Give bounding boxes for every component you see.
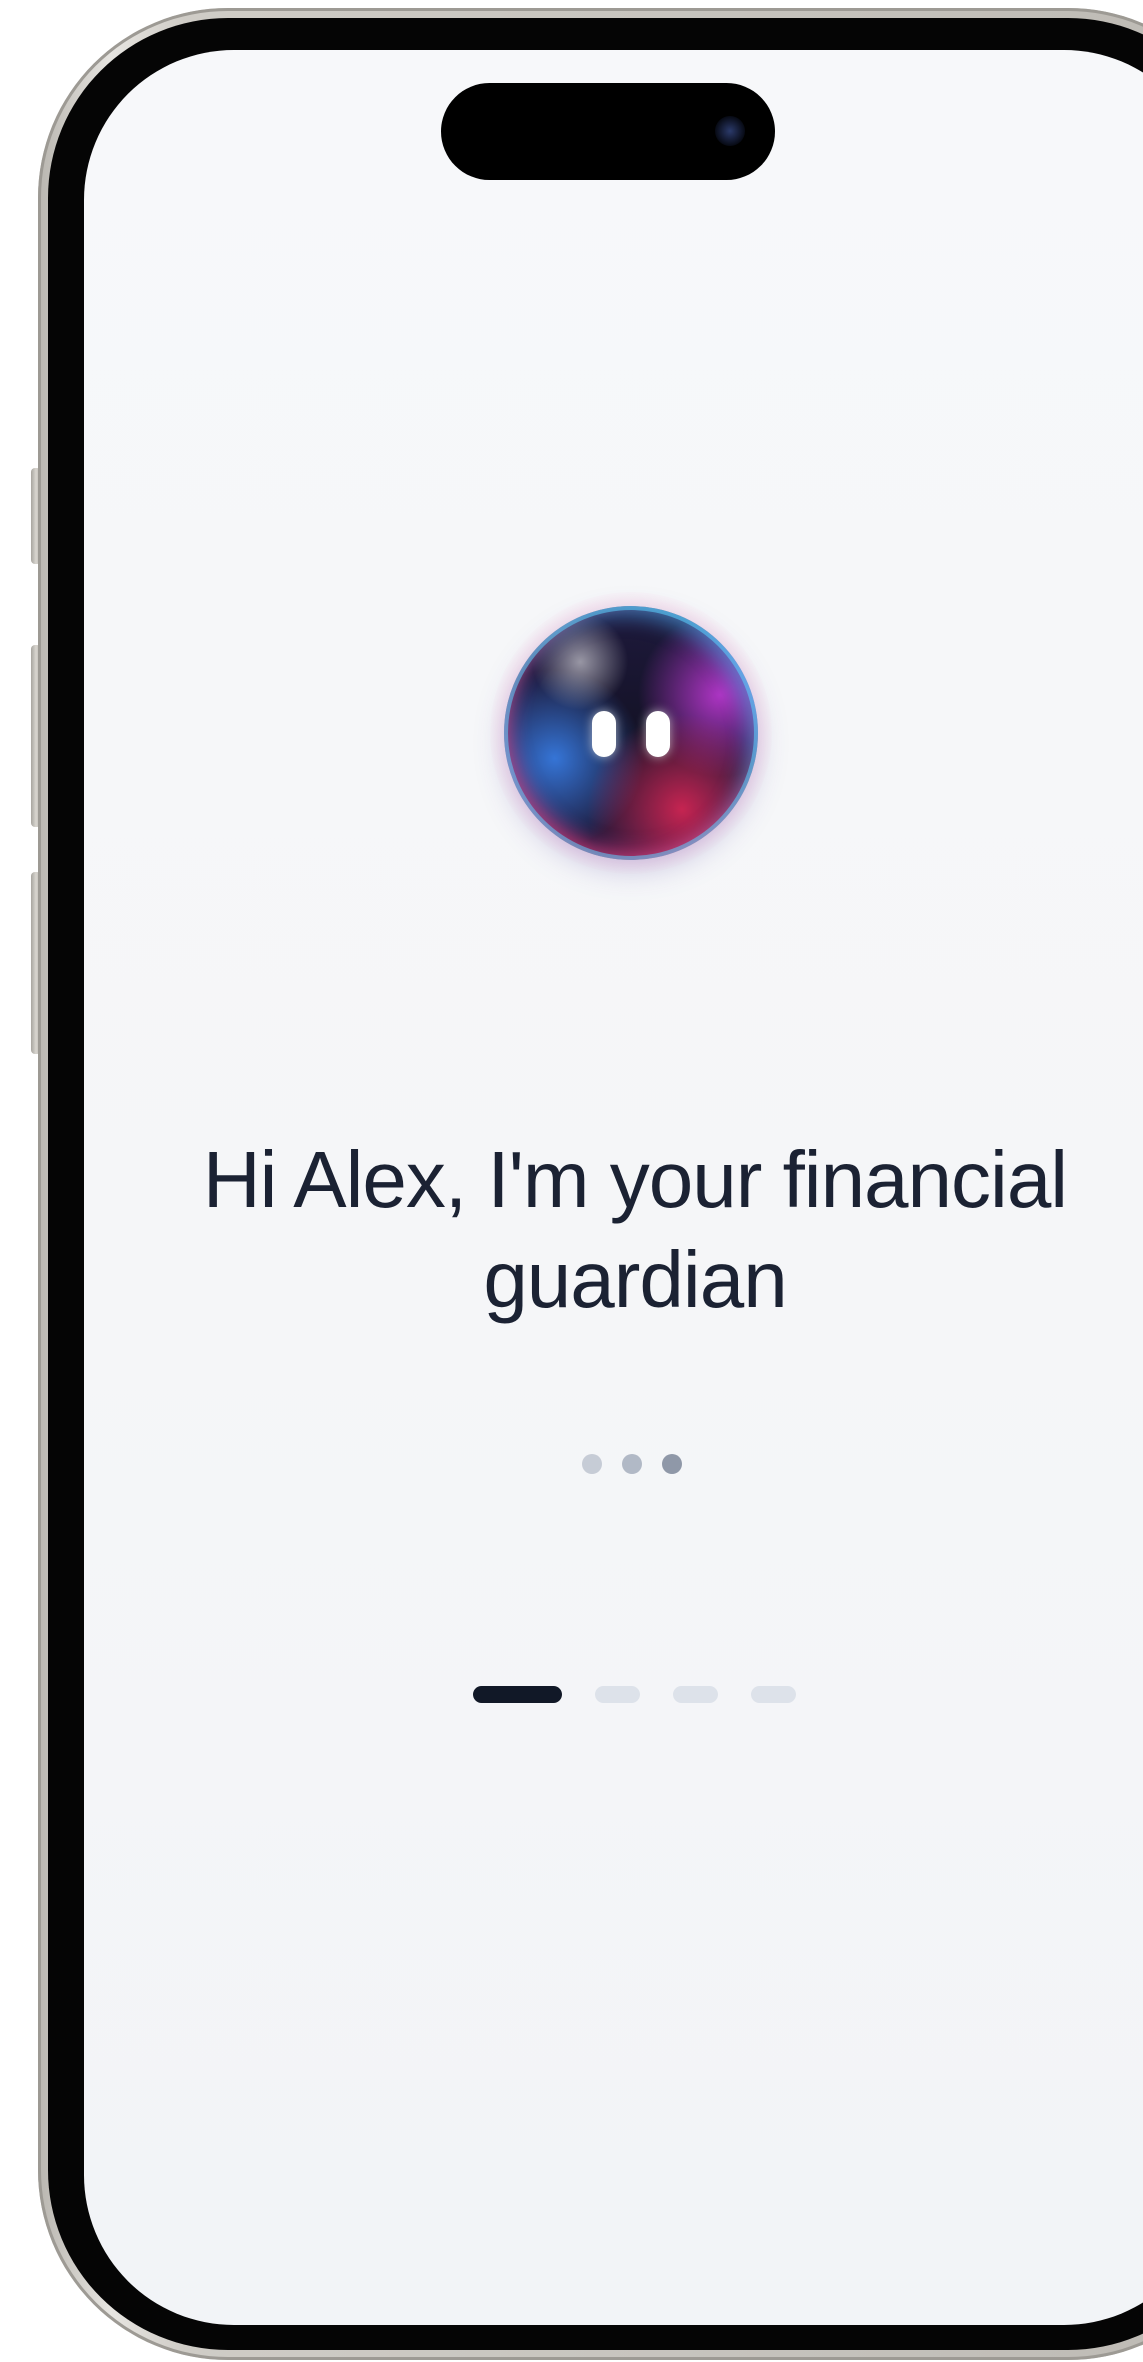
- dynamic-island: [441, 83, 775, 180]
- page-indicator-step-2[interactable]: [595, 1686, 640, 1703]
- page-indicator-step-4[interactable]: [751, 1686, 796, 1703]
- greeting-text: Hi Alex, I'm your financial guardian: [202, 1135, 1068, 1324]
- orb-right-eye: [646, 711, 670, 757]
- typing-dot: [622, 1454, 642, 1474]
- phone-mockup: Hi Alex, I'm your financial guardian: [0, 0, 1143, 2362]
- ai-avatar: [490, 592, 772, 874]
- orb-left-eye: [592, 711, 616, 757]
- page-indicator-step-3[interactable]: [673, 1686, 718, 1703]
- ai-orb-icon: [504, 606, 758, 860]
- typing-dot: [662, 1454, 682, 1474]
- typing-dot: [582, 1454, 602, 1474]
- page-indicator: [473, 1686, 803, 1706]
- typing-dots-icon: [582, 1454, 686, 1476]
- front-camera-icon: [715, 116, 745, 146]
- page-indicator-step-1-active[interactable]: [473, 1686, 562, 1703]
